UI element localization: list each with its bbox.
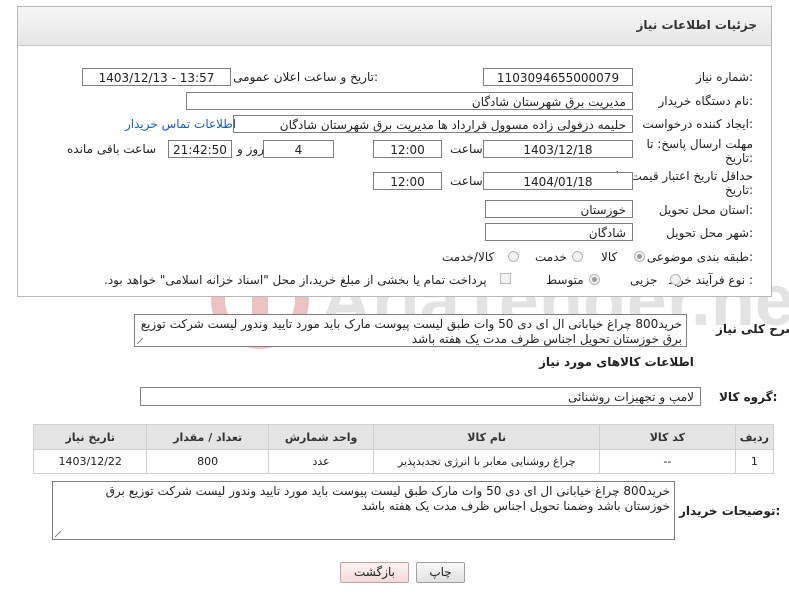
- buyer-notes-textarea[interactable]: خرید800 چراغ خیابانی ال ای دی 50 وات مار…: [52, 481, 675, 540]
- item-code-cell: --: [599, 449, 736, 474]
- category-option-service: خدمت: [535, 250, 567, 264]
- remaining-time-field: 21:42:50: [168, 140, 232, 158]
- quantity-cell: 800: [146, 449, 269, 474]
- col-row-number: ردیف: [734, 424, 775, 450]
- panel-header: جزئیات اطلاعات نیاز: [18, 7, 771, 46]
- price-validity-time-field: 12:00: [373, 172, 442, 190]
- announce-datetime-field: 1403/12/13 - 13:57: [82, 68, 231, 86]
- deadline-time-field: 12:00: [373, 140, 442, 158]
- category-radio-service[interactable]: [572, 251, 583, 262]
- remaining-label: ساعت باقی مانده: [67, 142, 157, 156]
- remaining-days-field: 4: [263, 140, 334, 158]
- category-radio-goods-service[interactable]: [508, 251, 519, 262]
- treasury-bonds-checkbox[interactable]: [500, 273, 511, 284]
- deadline-date-field: 1403/12/18: [483, 140, 633, 158]
- page-title: جزئیات اطلاعات نیاز: [636, 18, 757, 32]
- unit-cell: عدد: [267, 449, 375, 474]
- buyer-notes-label: توضیحات خریدار:: [679, 504, 781, 518]
- deadline-time-label: ساعت: [450, 142, 483, 156]
- buyer-notes-text: خرید800 چراغ خیابانی ال ای دی 50 وات مار…: [105, 484, 670, 513]
- category-option-goods: کالا: [601, 250, 618, 264]
- treasury-payment-note: پرداخت تمام یا بخشی از مبلغ خرید،از محل …: [104, 273, 487, 287]
- goods-table-header: ردیف کد کالا نام کالا واحد شمارش تعداد /…: [32, 424, 775, 450]
- description-label: شرح کلی نیاز:: [716, 322, 789, 336]
- category-option-goods-service: کالا/خدمت: [442, 250, 495, 264]
- back-button[interactable]: بازگشت: [340, 562, 409, 583]
- category-label: طبقه بندی موضوعی:: [646, 250, 753, 264]
- requester-field: حلیمه دزفولی زاده مسوول قرارداد ها مدیری…: [233, 115, 633, 133]
- deadline-date-label: تاریخ:: [725, 151, 753, 165]
- col-quantity: تعداد / مقدار: [146, 424, 269, 450]
- process-option-medium: متوسط: [546, 273, 584, 287]
- need-date-cell: 1403/12/22: [32, 449, 148, 474]
- col-item-code: کد کالا: [599, 424, 736, 450]
- buyer-org-label: نام دستگاه خریدار:: [658, 94, 754, 108]
- days-label: روز و: [237, 142, 264, 156]
- buyer-contact-link[interactable]: اطلاعات تماس خریدار: [125, 117, 236, 131]
- category-radio-goods[interactable]: [634, 251, 645, 262]
- goods-section-title: اطلاعات کالاهای مورد نیاز: [539, 355, 694, 369]
- province-field: خوزستان: [485, 200, 633, 218]
- announce-datetime-label: تاریخ و ساعت اعلان عمومی:: [233, 70, 378, 84]
- process-radio-medium[interactable]: [589, 274, 600, 285]
- goods-group-label: گروه کالا:: [719, 390, 778, 404]
- price-validity-date-field: 1404/01/18: [483, 172, 633, 190]
- need-number-field: 1103094655000079: [483, 68, 633, 86]
- resize-grip-icon[interactable]: [55, 531, 61, 537]
- city-label: شهر محل تحویل:: [666, 226, 753, 240]
- goods-group-field: لامپ و تجهیزات روشنائی: [140, 387, 701, 406]
- col-need-date: تاریخ نیاز: [32, 424, 148, 450]
- deadline-label: مهلت ارسال پاسخ: تا: [646, 137, 753, 151]
- print-button[interactable]: چاپ: [416, 562, 465, 583]
- need-details-panel: جزئیات اطلاعات نیاز شماره نیاز: 11030946…: [17, 6, 772, 297]
- need-number-label: شماره نیاز:: [695, 70, 753, 84]
- province-label: استان محل تحویل:: [658, 203, 753, 217]
- city-field: شادگان: [485, 223, 633, 241]
- requester-label: ایجاد کننده درخواست:: [642, 117, 753, 131]
- goods-table: ردیف کد کالا نام کالا واحد شمارش تعداد /…: [32, 424, 775, 474]
- table-row: 1 -- چراغ روشنایی معابر با انرژی تجدیدپذ…: [32, 449, 775, 474]
- col-item-name: نام کالا: [373, 424, 601, 450]
- resize-grip-icon[interactable]: [137, 338, 143, 344]
- process-option-minor: جزیی: [630, 273, 658, 287]
- price-validity-label: حداقل تاریخ اعتبار قیمت: تا: [615, 169, 753, 183]
- description-text: خرید800 چراغ خیابانی ال ای دی 50 وات طبق…: [140, 317, 682, 346]
- item-name-cell: چراغ روشنایی معابر با انرژی تجدیدپذیر: [373, 449, 601, 474]
- price-validity-date-label: تاریخ:: [725, 183, 753, 197]
- row-number-cell: 1: [734, 449, 775, 474]
- price-validity-time-label: ساعت: [450, 174, 483, 188]
- buyer-org-field: مدیریت برق شهرستان شادگان: [186, 92, 633, 110]
- col-unit: واحد شمارش: [267, 424, 375, 450]
- process-radio-minor[interactable]: [670, 274, 681, 285]
- description-textarea[interactable]: خرید800 چراغ خیابانی ال ای دی 50 وات طبق…: [134, 314, 687, 347]
